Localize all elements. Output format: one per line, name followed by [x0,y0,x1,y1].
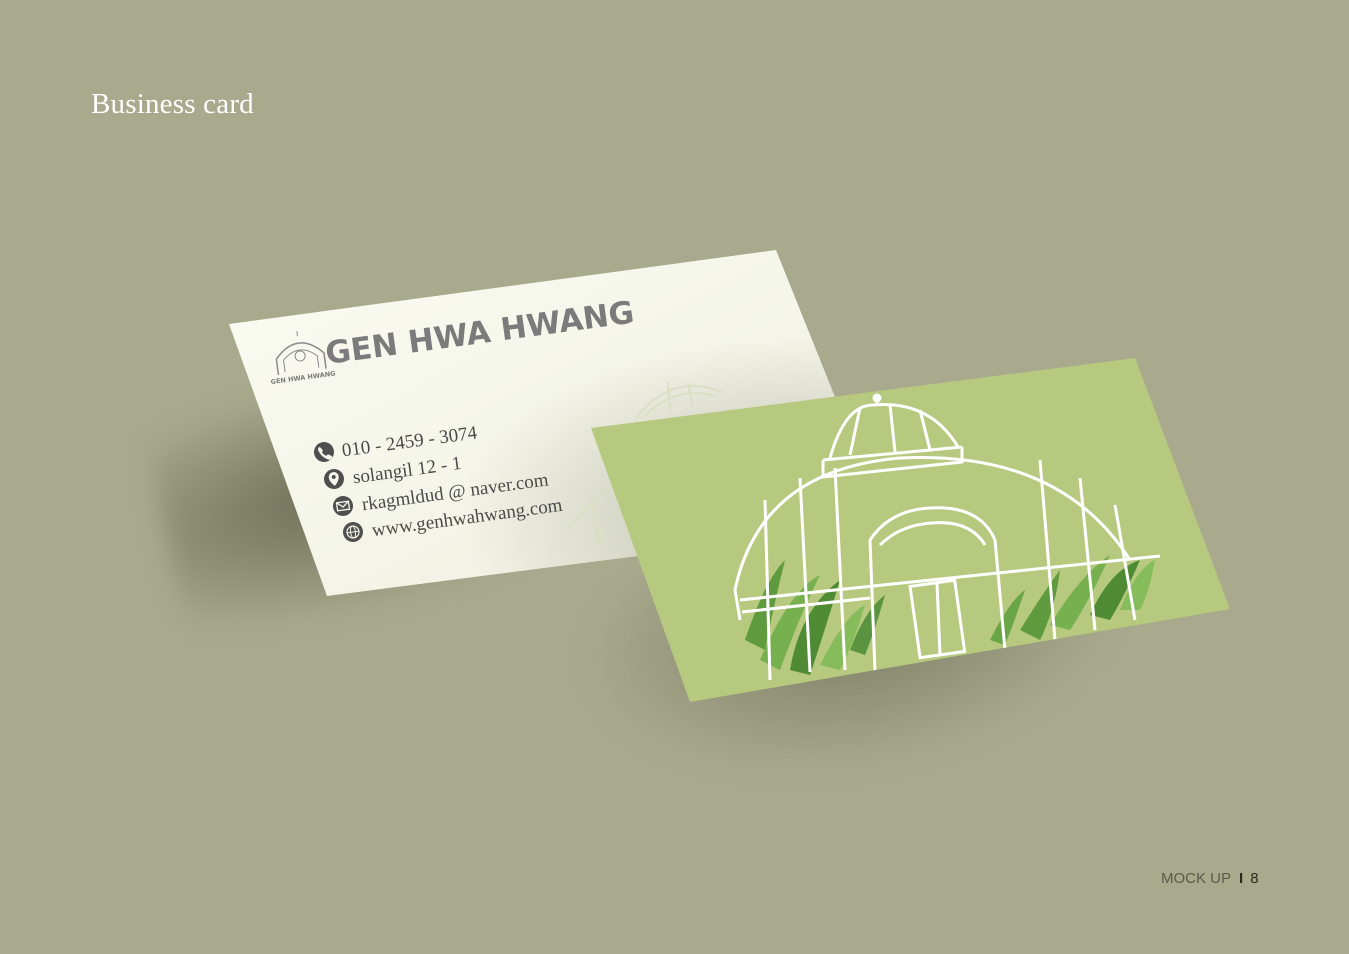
page-footer: MOCK UP I 8 [1161,870,1259,887]
business-card-mockup: GEN HWA HWANG GEN HWA HWANG 010 - 2459 -… [229,250,1230,702]
footer-separator: I [1239,870,1244,887]
page-number: 8 [1250,870,1259,887]
footer-section: MOCK UP [1161,870,1232,887]
